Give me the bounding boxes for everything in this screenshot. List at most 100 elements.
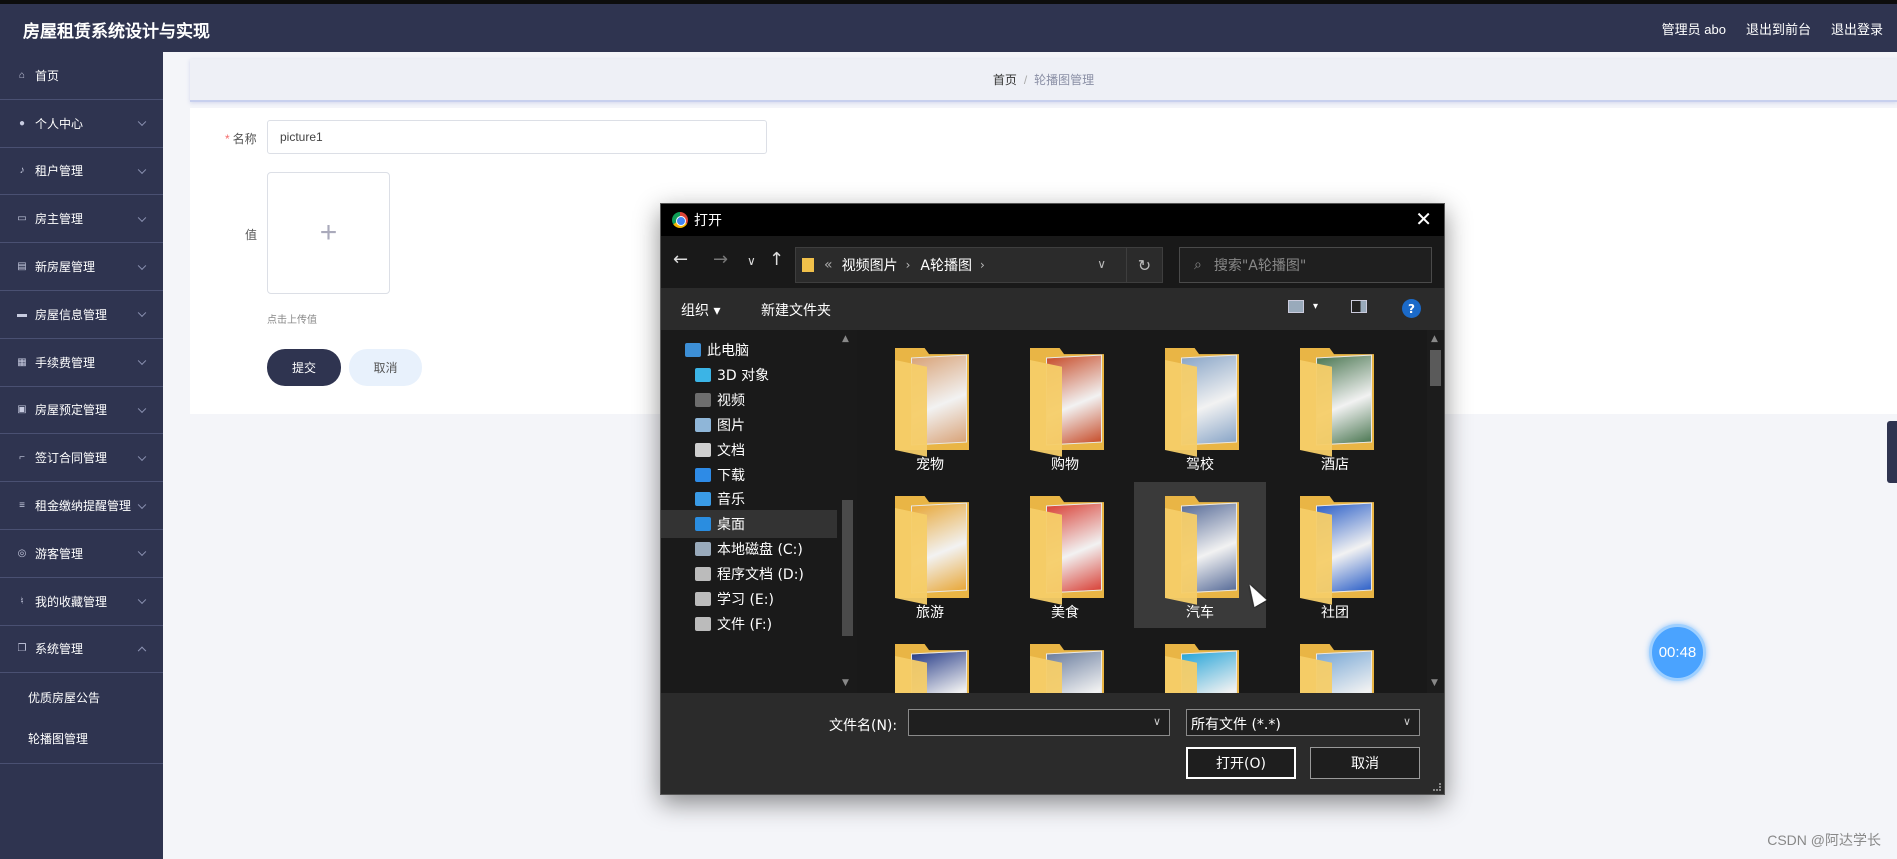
close-icon[interactable]: ✕ — [1415, 209, 1432, 229]
folder-icon — [1300, 644, 1374, 693]
sidebar-item[interactable]: ≡ 租金缴纳提醒管理 — [0, 482, 163, 530]
sidebar-item[interactable]: ⌐ 签订合同管理 — [0, 434, 163, 483]
preview-pane-button[interactable] — [1351, 300, 1367, 317]
help-icon[interactable]: ? — [1402, 299, 1421, 318]
nav-item-label: 学习 (E:) — [717, 592, 774, 608]
sidebar-item[interactable]: ▤ 新房屋管理 — [0, 243, 163, 291]
image-upload-box[interactable]: + — [267, 172, 390, 294]
file-type-select[interactable]: 所有文件 (*.*) ∨ — [1186, 709, 1420, 736]
folder-item[interactable] — [864, 630, 996, 693]
search-placeholder: 搜索"A轮播图" — [1213, 258, 1307, 274]
up-arrow-icon[interactable]: ↑ — [769, 249, 784, 270]
chevron-down-icon — [137, 547, 147, 557]
path-segment[interactable]: 视频图片 — [842, 255, 898, 275]
logout-link[interactable]: 退出登录 — [1831, 19, 1883, 38]
submit-button[interactable]: 提交 — [267, 349, 341, 386]
sidebar-subitem[interactable]: 轮播图管理 — [0, 718, 163, 759]
recent-chevron-icon[interactable]: ∨ — [747, 254, 756, 268]
scroll-up-icon[interactable]: ▲ — [1431, 334, 1438, 344]
open-button[interactable]: 打开(O) — [1186, 747, 1296, 779]
folder-item[interactable]: 旅游 — [864, 482, 996, 628]
side-drawer-tab[interactable] — [1887, 421, 1897, 483]
sidebar-item[interactable]: ♮ 我的收藏管理 — [0, 578, 163, 626]
path-arrow-icon: › — [979, 258, 985, 272]
dialog-cancel-button[interactable]: 取消 — [1310, 747, 1420, 779]
nav-item[interactable]: 本地磁盘 (C:) — [661, 535, 837, 563]
search-box[interactable]: ⌕ 搜索"A轮播图" — [1179, 247, 1432, 283]
folder-item[interactable]: 购物 — [999, 334, 1131, 480]
files-scrollbar[interactable]: ▲ ▼ — [1427, 330, 1444, 693]
files-scroll-thumb[interactable] — [1430, 350, 1441, 386]
sidebar-item[interactable]: ▣ 房屋预定管理 — [0, 387, 163, 435]
organize-button[interactable]: 组织 ▾ — [681, 300, 720, 320]
nav-item-label: 文档 — [717, 442, 745, 459]
value-label: 值 — [245, 228, 258, 242]
nav-scrollbar[interactable]: ▲ ▼ — [838, 330, 857, 693]
address-bar[interactable]: « 视频图片 › A轮播图 › ∨ ↻ — [795, 247, 1163, 283]
home-icon: ⌂ — [18, 69, 26, 81]
scroll-up-icon[interactable]: ▲ — [842, 334, 849, 344]
refresh-icon[interactable]: ↻ — [1126, 248, 1162, 282]
filename-input[interactable]: ∨ — [908, 709, 1170, 736]
nav-item[interactable]: 图片 — [661, 411, 837, 439]
sidebar-item[interactable]: ● 个人中心 — [0, 100, 163, 148]
nav-item[interactable]: 学习 (E:) — [661, 585, 837, 613]
nav-scroll-thumb[interactable] — [842, 500, 853, 636]
view-options-button[interactable]: ▾ — [1288, 300, 1318, 313]
folder-item[interactable] — [999, 630, 1131, 693]
upload-hint: 点击上传值 — [267, 315, 317, 326]
filename-dropdown-icon[interactable]: ∨ — [1153, 715, 1161, 728]
header-actions: 管理员 abo 退出到前台 退出登录 — [1662, 19, 1883, 38]
filename-label: 文件名(N): — [829, 718, 898, 734]
scroll-down-icon[interactable]: ▼ — [1431, 678, 1438, 688]
sidebar-item[interactable]: ▬ 房屋信息管理 — [0, 291, 163, 339]
cancel-button[interactable]: 取消 — [349, 349, 422, 386]
sidebar-item-label: 我的收藏管理 — [35, 594, 108, 609]
chat-icon: ▭ — [17, 213, 27, 225]
folder-item[interactable]: 宠物 — [864, 334, 996, 480]
database-icon: ▬ — [17, 308, 27, 320]
folder-item[interactable]: 酒店 — [1269, 334, 1401, 480]
nav-item[interactable]: 视频 — [661, 386, 837, 414]
folder-item[interactable]: 社团 — [1269, 482, 1401, 628]
sidebar-item[interactable]: ▦ 手续费管理 — [0, 339, 163, 387]
navigation-pane: 文件 (F:) 学习 (E:) 程序文档 (D:) 本地磁盘 (C:) 桌面 音乐 下载 文档… — [661, 330, 857, 693]
sidebar-item[interactable]: ⌂ 首页 — [0, 52, 163, 100]
sidebar-item[interactable]: ▭ 房主管理 — [0, 195, 163, 244]
folder-item[interactable] — [1134, 630, 1266, 693]
resize-grip-icon[interactable] — [1433, 783, 1441, 791]
chevron-down-icon — [137, 117, 147, 127]
forward-arrow-icon[interactable]: → — [713, 249, 728, 270]
open-file-dialog: 打开 ✕ ← → ∨ ↑ « 视频图片 › A轮播图 › ∨ ↻ ⌕ 搜索"A轮… — [660, 203, 1445, 795]
back-to-frontend-link[interactable]: 退出到前台 — [1746, 19, 1811, 38]
nav-item-label: 图片 — [717, 417, 745, 434]
folder-item[interactable]: 美食 — [999, 482, 1131, 628]
folder-icon — [1165, 644, 1239, 693]
nav-item[interactable]: 3D 对象 — [661, 361, 837, 389]
address-dropdown-icon[interactable]: ∨ — [1097, 257, 1106, 271]
list-icon: ≡ — [19, 500, 25, 512]
nav-item[interactable]: 桌面 — [661, 510, 837, 539]
breadcrumb-home[interactable]: 首页 — [993, 71, 1017, 88]
folder-icon — [895, 496, 969, 605]
nav-item-label: 音乐 — [717, 492, 745, 509]
folder-item[interactable]: 汽车 — [1134, 482, 1266, 628]
sidebar-item[interactable]: ♪ 租户管理 — [0, 148, 163, 196]
nav-item[interactable]: 下载 — [661, 461, 837, 489]
sidebar-subitem[interactable]: 优质房屋公告 — [0, 677, 163, 718]
name-input[interactable] — [267, 120, 767, 154]
folder-item[interactable]: 驾校 — [1134, 334, 1266, 480]
nav-item[interactable]: 文档 — [661, 436, 837, 464]
nav-item[interactable]: 音乐 — [661, 485, 837, 513]
folder-item[interactable] — [1269, 630, 1401, 693]
chevron-up-icon — [137, 646, 147, 655]
back-arrow-icon[interactable]: ← — [673, 249, 688, 270]
sidebar-item[interactable]: ◎ 游客管理 — [0, 530, 163, 578]
new-folder-button[interactable]: 新建文件夹 — [761, 300, 831, 320]
nav-item[interactable]: 此电脑 — [661, 336, 837, 364]
sidebar-item[interactable]: ❐ 系统管理 — [0, 626, 163, 674]
scroll-down-icon[interactable]: ▼ — [842, 678, 849, 688]
path-segment[interactable]: A轮播图 — [920, 255, 972, 275]
nav-item[interactable]: 程序文档 (D:) — [661, 560, 837, 588]
nav-item[interactable]: 文件 (F:) — [661, 610, 837, 638]
